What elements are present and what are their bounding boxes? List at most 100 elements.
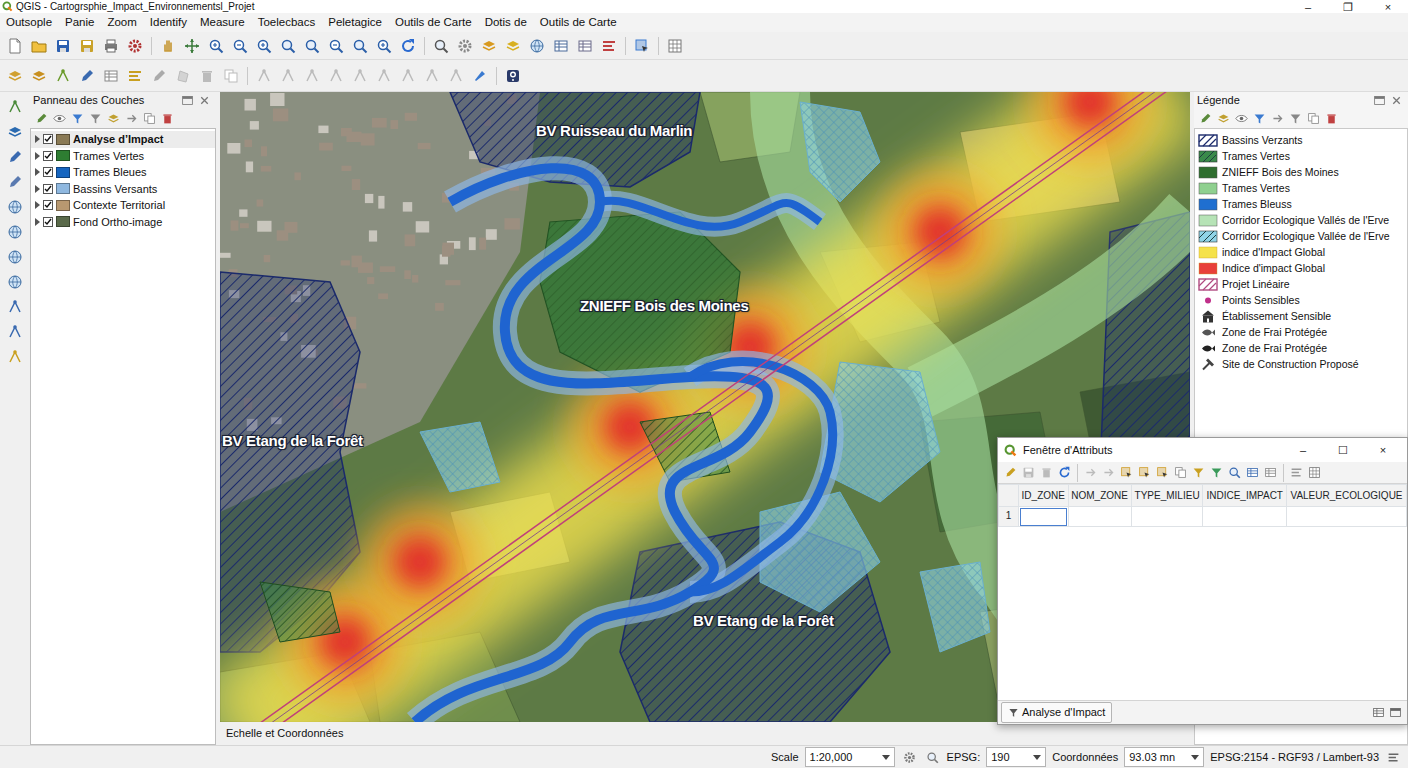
select-icon[interactable] — [1118, 464, 1135, 481]
zoomout-icon[interactable] — [229, 35, 251, 57]
layer-label[interactable]: Contexte Territorial — [73, 197, 165, 214]
expand-arrow-icon[interactable] — [35, 201, 40, 209]
layer-icon[interactable] — [4, 65, 26, 87]
table-icon[interactable] — [574, 35, 596, 57]
legend-item[interactable]: Zone de Frai Protégée — [1197, 324, 1405, 340]
zoomin-icon[interactable] — [253, 35, 275, 57]
epsg-field[interactable]: 190 — [986, 747, 1046, 768]
vertex-icon[interactable] — [4, 96, 26, 118]
menu-item[interactable]: Dotis de — [485, 14, 527, 31]
expand-arrow-icon[interactable] — [35, 185, 40, 193]
pencil-icon[interactable] — [4, 146, 26, 168]
globe-icon[interactable] — [4, 196, 26, 218]
plugin-icon[interactable] — [469, 65, 491, 87]
select-icon[interactable] — [1154, 464, 1171, 481]
save-icon[interactable] — [1020, 464, 1037, 481]
vertex-icon[interactable] — [421, 65, 443, 87]
layer-checkbox[interactable] — [43, 151, 53, 161]
vertex-icon[interactable] — [301, 65, 323, 87]
vertex-icon[interactable] — [277, 65, 299, 87]
vertex-icon[interactable] — [325, 65, 347, 87]
zoom-icon[interactable] — [924, 749, 941, 766]
row-number[interactable]: 1 — [999, 507, 1019, 527]
menu-item[interactable]: Measure — [200, 14, 245, 31]
zoomin-icon[interactable] — [373, 35, 395, 57]
globe-icon[interactable] — [4, 221, 26, 243]
help-icon[interactable] — [502, 65, 524, 87]
expand-arrow-icon[interactable] — [35, 152, 40, 160]
zoom-icon[interactable] — [1226, 464, 1243, 481]
save-icon[interactable] — [52, 35, 74, 57]
funnel-icon[interactable] — [1251, 110, 1268, 127]
refresh-icon[interactable] — [1056, 464, 1073, 481]
crs-label[interactable]: EPSG:2154 - RGF93 / Lambert-93 — [1210, 749, 1379, 766]
minimize-button[interactable]: – — [1288, 1, 1328, 13]
legend-item[interactable]: Trames Vertes — [1197, 148, 1405, 164]
grid-icon[interactable] — [664, 35, 686, 57]
legend-label[interactable]: Zone de Frai Protégée — [1222, 342, 1327, 354]
vertex-icon[interactable] — [4, 296, 26, 318]
dropdown-caret-icon[interactable] — [1033, 755, 1041, 760]
copy-icon[interactable] — [1305, 110, 1322, 127]
bars-icon[interactable] — [1385, 749, 1402, 766]
legend-label[interactable]: Points Sensibles — [1222, 294, 1300, 306]
layer-label[interactable]: Analyse d’Impact — [73, 131, 163, 148]
table-icon[interactable] — [550, 35, 572, 57]
table-cell[interactable] — [1131, 507, 1203, 527]
gear-icon[interactable] — [901, 749, 918, 766]
hand-icon[interactable] — [157, 35, 179, 57]
legend-label[interactable]: Indice d'impact Global — [1222, 262, 1325, 274]
table-row[interactable]: 1 — [999, 507, 1407, 527]
table-cell[interactable] — [1068, 507, 1131, 527]
legend-label[interactable]: Trames Vertes — [1222, 150, 1290, 162]
pencil-icon[interactable] — [1002, 464, 1019, 481]
layer-label[interactable]: Bassins Versants — [73, 181, 157, 198]
globe-icon[interactable] — [526, 35, 548, 57]
cross-icon[interactable] — [196, 92, 213, 109]
legend-item[interactable]: ZNIEFF Bois des Moines — [1197, 164, 1405, 180]
vertex-icon[interactable] — [397, 65, 419, 87]
arrow-icon[interactable] — [1100, 464, 1117, 481]
pencil-icon[interactable] — [76, 65, 98, 87]
dropdown-caret-icon[interactable] — [1191, 755, 1199, 760]
grid-icon[interactable] — [1306, 464, 1323, 481]
layer-icon[interactable] — [1215, 110, 1232, 127]
pencil-icon[interactable] — [1197, 110, 1214, 127]
menu-item[interactable]: Peletagice — [328, 14, 382, 31]
print-icon[interactable] — [100, 35, 122, 57]
menu-item[interactable]: Panie — [65, 14, 94, 31]
legend-item[interactable]: indice d'Impact Global — [1197, 244, 1405, 260]
globe-icon[interactable] — [4, 246, 26, 268]
globe-icon[interactable] — [4, 271, 26, 293]
bars-icon[interactable] — [124, 65, 146, 87]
gear-icon[interactable] — [454, 35, 476, 57]
layer-checkbox[interactable] — [43, 167, 53, 177]
attribute-window[interactable]: Fenêtre d'Attributs–☐×ID_ZONENOM_ZONETYP… — [997, 437, 1408, 725]
coordinates-field[interactable]: 93.03 mn — [1124, 747, 1204, 768]
legend-label[interactable]: Trames Bleuss — [1222, 198, 1292, 210]
layer-icon[interactable] — [105, 110, 122, 127]
arrow-icon[interactable] — [1269, 110, 1286, 127]
column-header[interactable]: NOM_ZONE — [1068, 485, 1131, 507]
table-cell[interactable] — [1203, 507, 1287, 527]
menu-item[interactable]: Zoom — [107, 14, 136, 31]
column-header[interactable]: TYPE_MILIEU — [1131, 485, 1203, 507]
copy-icon[interactable] — [220, 65, 242, 87]
vertex-icon[interactable] — [4, 346, 26, 368]
menu-item[interactable]: Outils de Carte — [395, 14, 472, 31]
layer-row[interactable]: Contexte Territorial — [31, 197, 215, 214]
legend-item[interactable]: Indice d'impact Global — [1197, 260, 1405, 276]
layer-checkbox[interactable] — [43, 134, 53, 144]
legend-label[interactable]: Zone de Frai Protégée — [1222, 326, 1327, 338]
layer-icon[interactable] — [28, 65, 50, 87]
vertex-icon[interactable] — [52, 65, 74, 87]
legend-item[interactable]: Projet Linéaire — [1197, 276, 1405, 292]
arrow-icon[interactable] — [123, 110, 140, 127]
dock-icon[interactable] — [1387, 704, 1404, 721]
legend-item[interactable]: Trames Bleuss — [1197, 196, 1405, 212]
expand-arrow-icon[interactable] — [35, 168, 40, 176]
eye-icon[interactable] — [51, 110, 68, 127]
legend-item[interactable]: Points Sensibles — [1197, 292, 1405, 308]
close-button[interactable]: × — [1363, 444, 1403, 456]
zoomin-icon[interactable] — [205, 35, 227, 57]
